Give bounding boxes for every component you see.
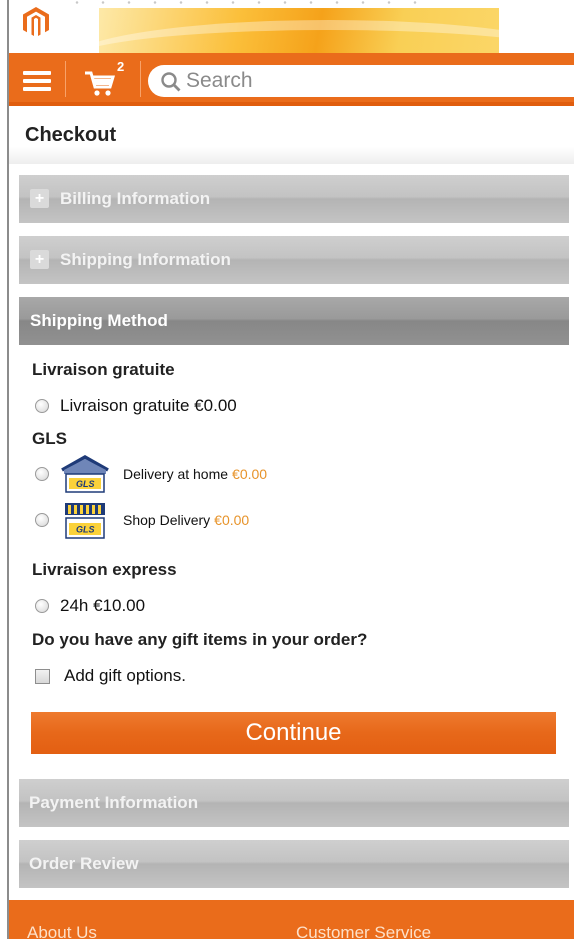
method-group-title: GLS [32,429,67,448]
svg-text:GLS: GLS [76,479,95,489]
magento-logo-icon[interactable] [21,6,51,38]
step-label: Shipping Method [30,311,168,330]
radio-button[interactable] [35,399,49,413]
header-divider [65,61,66,97]
search-input[interactable] [186,67,566,95]
shipping-option-gls-home[interactable]: GLS Delivery at home €0.00 [35,454,267,494]
shipping-option-gls-shop[interactable]: GLS Shop Delivery €0.00 [35,500,249,540]
option-label: 24h €10.00 [60,596,146,615]
svg-text:GLS: GLS [76,525,95,535]
plus-icon: + [30,250,49,269]
footer: About Us Customer Service [9,900,574,939]
plus-icon: + [30,189,49,208]
gift-question: Do you have any gift items in your order… [32,630,368,649]
gls-shop-icon: GLS [65,503,105,539]
option-price: €0.00 [232,466,268,482]
option-label: Shop Delivery [123,512,211,528]
page-title-area: Checkout [9,106,574,164]
step-shipping-information[interactable]: + Shipping Information [19,236,569,284]
radio-button[interactable] [35,599,49,613]
step-order-review[interactable]: Order Review [19,840,569,888]
step-label: Order Review [29,854,139,873]
step-label: Shipping Information [60,250,231,269]
shipping-option-express[interactable]: 24h €10.00 [35,596,145,616]
footer-link-customer-service[interactable]: Customer Service [296,923,431,939]
cart-icon [85,71,116,96]
option-label: Delivery at home [123,466,229,482]
radio-button[interactable] [35,467,49,481]
header-bar: 2 [9,53,574,106]
banner-dots [64,0,424,5]
option-price: €0.00 [214,512,250,528]
step-payment-information[interactable]: Payment Information [19,779,569,827]
step-label: Billing Information [60,189,211,208]
menu-button[interactable] [17,64,57,96]
gift-options-checkbox[interactable] [35,668,50,684]
cart-count-badge: 2 [117,59,125,74]
step-shipping-method[interactable]: Shipping Method [19,297,569,345]
shipping-option-free[interactable]: Livraison gratuite €0.00 [35,396,237,416]
gls-home-icon: GLS [61,454,109,493]
radio-button[interactable] [35,513,49,527]
option-label: Livraison gratuite €0.00 [60,396,237,415]
header-divider [140,61,141,97]
page-title: Checkout [25,124,117,146]
method-group-title: Livraison gratuite [32,360,175,379]
promo-banner-image[interactable] [99,8,499,53]
footer-link-about-us[interactable]: About Us [27,923,97,939]
step-label: Payment Information [29,793,199,812]
search-icon [161,72,181,92]
gift-options-label: Add gift options. [64,666,186,685]
gift-options-checkbox-row[interactable]: Add gift options. [35,666,186,686]
top-banner [9,0,574,53]
search-box[interactable] [148,65,574,97]
cart-button[interactable]: 2 [79,59,135,99]
menu-icon [23,71,51,75]
step-billing-information[interactable]: + Billing Information [19,175,569,223]
continue-button[interactable]: Continue [31,712,556,754]
method-group-title: Livraison express [32,560,177,579]
